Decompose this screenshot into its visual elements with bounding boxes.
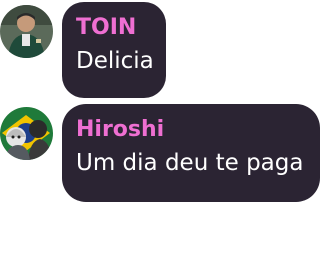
message-bubble: Hiroshi Um dia deu te paga xyxy=(62,104,320,202)
message-text: Um dia deu te paga xyxy=(76,150,304,176)
message-bubble: TOIN Delicia xyxy=(62,2,166,98)
message-author[interactable]: TOIN xyxy=(76,14,152,42)
chat-message: Hiroshi Um dia deu te paga xyxy=(0,104,320,202)
user-avatar-icon[interactable] xyxy=(0,5,53,58)
message-text: Delicia xyxy=(76,48,154,74)
user-avatar-icon[interactable] xyxy=(0,107,53,160)
message-author[interactable]: Hiroshi xyxy=(76,116,306,144)
chat-message: TOIN Delicia xyxy=(0,2,166,98)
chat-thread: TOIN Delicia Hiroshi Um dia deu te paga xyxy=(0,0,320,255)
